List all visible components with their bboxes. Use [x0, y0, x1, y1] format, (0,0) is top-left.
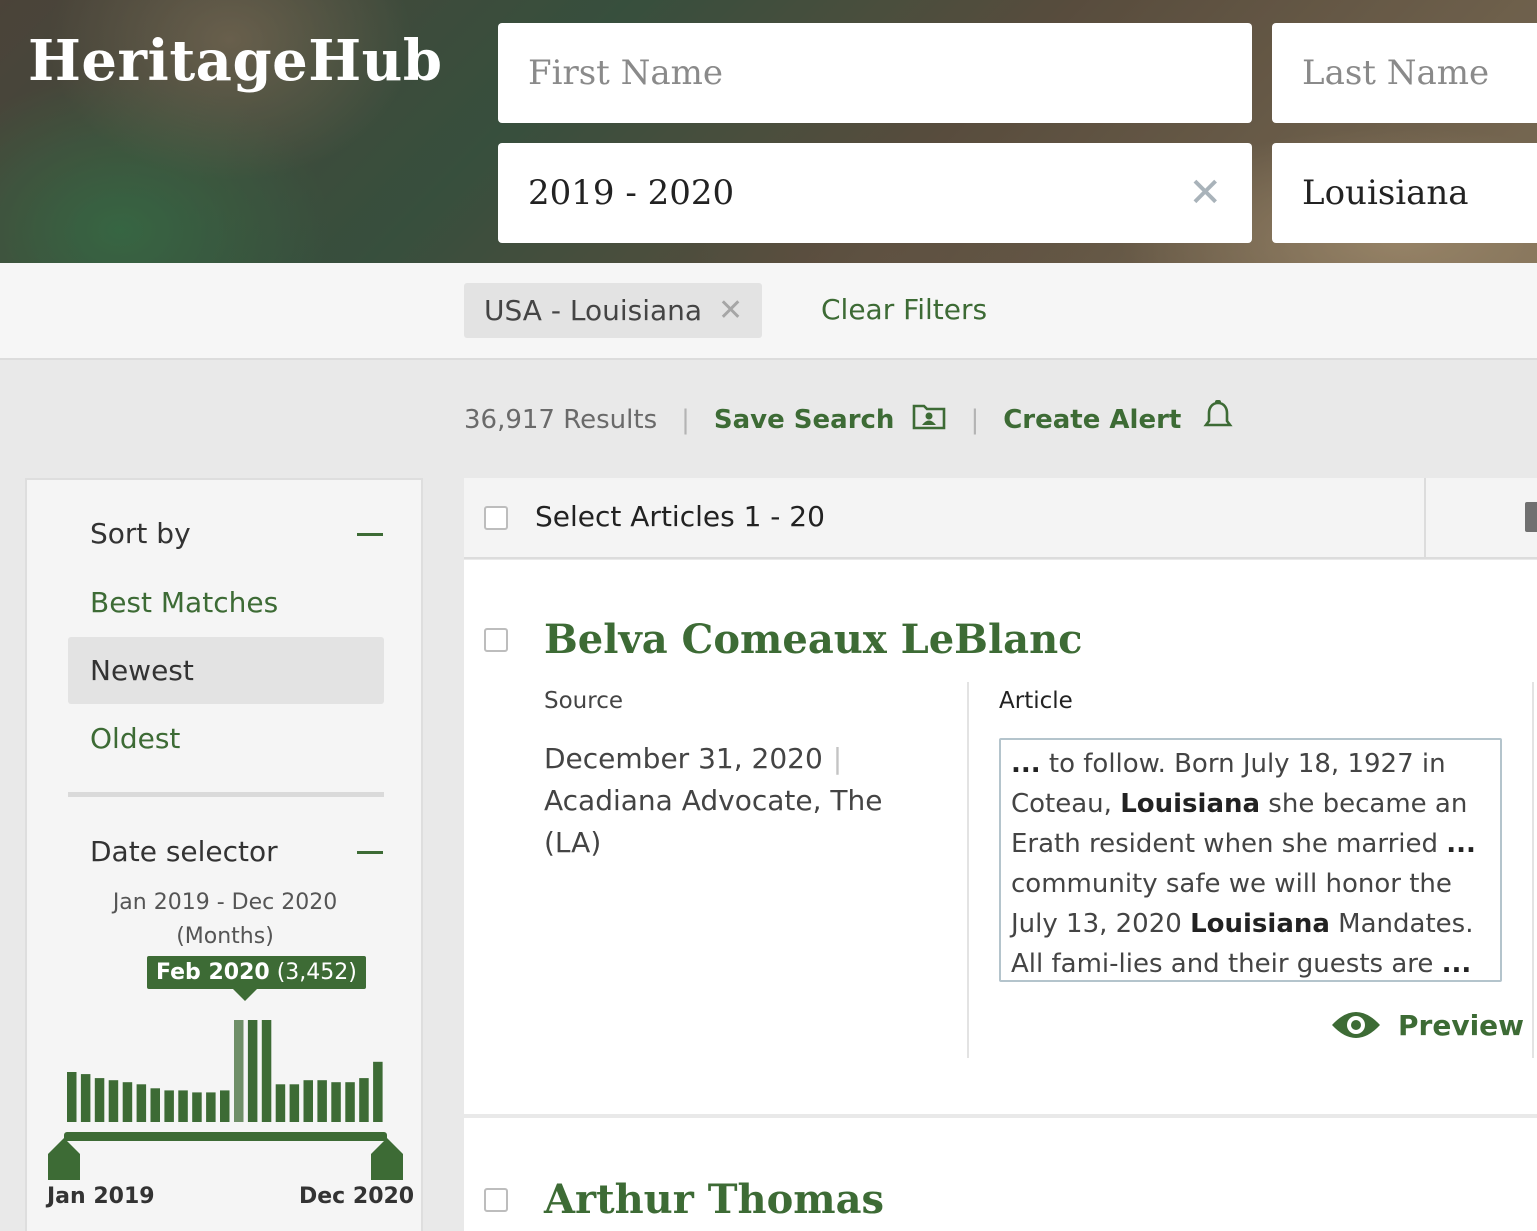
clear-date-icon[interactable]: ✕: [1188, 170, 1222, 216]
histogram-bar[interactable]: [206, 1092, 216, 1122]
article-checkbox[interactable]: [484, 1188, 508, 1212]
article-snippet: ... to follow. Born July 18, 1927 in Cot…: [999, 738, 1502, 982]
preview-button[interactable]: Preview: [1330, 1008, 1524, 1042]
histogram-bar[interactable]: [150, 1088, 161, 1122]
preview-label: Preview: [1398, 1008, 1525, 1042]
histogram-bar[interactable]: [261, 1020, 272, 1122]
site-logo[interactable]: HeritageHub: [28, 28, 443, 94]
source-details: December 31, 2020 | Acadiana Advocate, Th…: [544, 738, 904, 864]
email-icon[interactable]: [1525, 502, 1537, 532]
divider: [1532, 682, 1534, 1058]
histogram-bar[interactable]: [331, 1082, 341, 1122]
article-label: Article: [999, 688, 1073, 714]
place-field[interactable]: [1272, 143, 1537, 243]
histogram-bar[interactable]: [373, 1061, 383, 1122]
snippet-highlight: ...: [1011, 749, 1041, 779]
bell-icon[interactable]: [1203, 400, 1233, 439]
create-alert-link[interactable]: Create Alert: [1003, 405, 1181, 435]
histogram-bar[interactable]: [359, 1078, 369, 1122]
histogram-bar[interactable]: [178, 1090, 188, 1122]
histogram-bar[interactable]: [303, 1080, 314, 1122]
histogram-bar[interactable]: [317, 1080, 327, 1122]
histogram-bar[interactable]: [234, 1020, 244, 1122]
first-name-input[interactable]: [528, 53, 1222, 93]
select-all-checkbox[interactable]: [484, 506, 508, 530]
date-slider-end-handle[interactable]: [371, 1138, 403, 1180]
axis-start-label: Jan 2019: [47, 1184, 155, 1209]
histogram-bar[interactable]: [164, 1090, 174, 1122]
snippet-highlight: ...: [1441, 949, 1472, 979]
date-histogram[interactable]: [27, 480, 423, 1200]
histogram-bar[interactable]: [67, 1072, 77, 1122]
place-input[interactable]: [1302, 173, 1532, 213]
histogram-bar[interactable]: [220, 1090, 230, 1122]
histogram-bar[interactable]: [94, 1078, 105, 1122]
snippet-highlight: ...: [1446, 829, 1476, 859]
date-slider-start-handle[interactable]: [48, 1138, 80, 1180]
histogram-bar[interactable]: [345, 1082, 355, 1122]
clear-filters-link[interactable]: Clear Filters: [821, 293, 987, 326]
histogram-tooltip: Feb 2020 (3,452): [147, 956, 366, 1001]
histogram-bar[interactable]: [192, 1092, 202, 1122]
remove-filter-icon[interactable]: ✕: [718, 293, 743, 328]
histogram-bar[interactable]: [80, 1074, 91, 1122]
histogram-bar[interactable]: [122, 1082, 133, 1122]
tooltip-date: Feb 2020: [156, 960, 270, 985]
last-name-input[interactable]: [1302, 53, 1532, 93]
axis-end-label: Dec 2020: [299, 1184, 415, 1209]
sidebar: Sort by Best Matches Newest Oldest Date …: [25, 478, 423, 1231]
save-search-link[interactable]: Save Search: [714, 405, 895, 435]
date-range-input[interactable]: [528, 173, 1189, 213]
histogram-bar[interactable]: [108, 1080, 119, 1122]
last-name-field[interactable]: [1272, 23, 1537, 123]
filter-bar: USA - Louisiana ✕ Clear Filters: [0, 263, 1537, 360]
date-slider-track[interactable]: [64, 1132, 387, 1141]
date-range-field[interactable]: ✕: [498, 143, 1252, 243]
histogram-bar[interactable]: [275, 1084, 286, 1122]
results-count: 36,917 Results: [464, 404, 658, 435]
divider: |: [832, 742, 843, 775]
article-checkbox[interactable]: [484, 628, 508, 652]
histogram-bar[interactable]: [136, 1084, 147, 1122]
select-articles-label: Select Articles 1 - 20: [535, 500, 825, 533]
histogram-bar[interactable]: [247, 1020, 258, 1122]
filter-chip-label: USA - Louisiana: [484, 294, 703, 327]
article-title[interactable]: Belva Comeaux LeBlanc: [544, 616, 1083, 663]
publication-name: Acadiana Advocate, The (LA): [544, 784, 883, 859]
histogram-bar[interactable]: [289, 1084, 300, 1122]
first-name-field[interactable]: [498, 23, 1252, 123]
results-header: Select Articles 1 - 20: [464, 478, 1537, 559]
article-date: December 31, 2020: [544, 742, 823, 775]
article-title[interactable]: Arthur Thomas: [544, 1176, 884, 1223]
article-card: Belva Comeaux LeBlanc Source December 31…: [464, 560, 1537, 1114]
divider: |: [681, 404, 690, 435]
article-card: Arthur Thomas: [464, 1118, 1537, 1231]
snippet-highlight: Louisiana: [1120, 789, 1261, 819]
results-toolbar: 36,917 Results | Save Search | Create Al…: [464, 400, 1233, 439]
folder-person-icon[interactable]: [912, 402, 946, 437]
eye-icon: [1332, 1012, 1380, 1038]
source-label: Source: [544, 688, 623, 714]
divider: [967, 682, 969, 1058]
filter-chip-location[interactable]: USA - Louisiana ✕: [464, 283, 762, 338]
divider: [1424, 478, 1426, 559]
divider: |: [970, 404, 980, 435]
tooltip-count: (3,452): [276, 960, 357, 985]
snippet-highlight: Louisiana: [1190, 909, 1330, 939]
